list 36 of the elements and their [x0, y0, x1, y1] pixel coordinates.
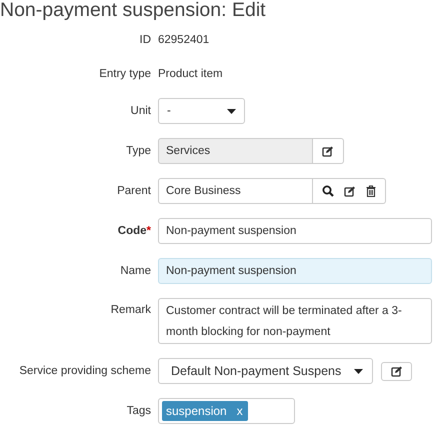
delete-button[interactable] — [366, 185, 376, 197]
required-mark: * — [146, 225, 151, 237]
search-icon — [322, 185, 334, 197]
remove-tag-button[interactable]: x — [236, 404, 243, 418]
edit-button[interactable] — [322, 146, 334, 156]
remark-textarea[interactable]: Customer contract will be terminated after a 3-month blocking for non-payment — [158, 298, 432, 344]
field-value: Product item — [158, 67, 224, 82]
scheme-select[interactable]: Default Non-payment Suspens — [158, 358, 373, 384]
input-field[interactable]: Non-payment suspension — [158, 258, 432, 284]
readonly-field[interactable]: Services — [158, 138, 313, 164]
field-label: Unit — [130, 105, 151, 117]
field-label: Name — [120, 265, 151, 277]
search-button[interactable] — [322, 185, 334, 197]
trash-icon — [366, 185, 376, 197]
field-label: ID — [140, 34, 151, 46]
caret-icon — [354, 368, 363, 374]
field-label: Remark — [110, 304, 151, 316]
input-field[interactable]: Non-payment suspension — [158, 218, 432, 244]
lookup-field[interactable]: Core Business — [158, 178, 313, 204]
page-title: Non-payment suspension: Edit — [0, 0, 267, 22]
field-label: Service providing scheme — [19, 365, 151, 377]
caret-icon — [227, 108, 236, 114]
tags-field[interactable]: suspension x — [158, 398, 295, 424]
edit-button[interactable] — [381, 362, 412, 380]
edit-icon — [344, 186, 356, 196]
tag-label: suspension — [166, 404, 227, 418]
edit-button[interactable] — [344, 186, 356, 196]
field-label: Entry type — [99, 68, 151, 80]
field-label: Parent — [117, 185, 151, 197]
field-label: Tags — [126, 405, 151, 417]
edit-icon — [322, 146, 334, 156]
field-label: Code — [118, 225, 147, 237]
field-label: Type — [126, 145, 151, 157]
edit-icon — [390, 366, 402, 376]
unit-select[interactable]: - — [158, 98, 245, 124]
field-value: 62952401 — [158, 33, 210, 48]
